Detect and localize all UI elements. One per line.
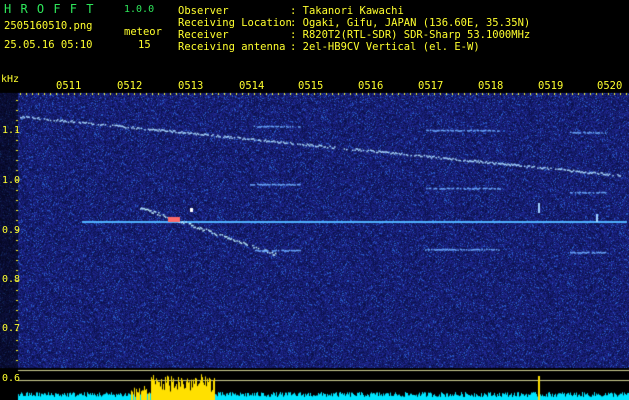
hrofft-window: H R O F F T 1.0.0 2505160510.png meteor … — [0, 0, 629, 400]
capture-datetime: 25.05.16 05:10 — [4, 39, 93, 51]
receiver-label: Receiver — [178, 29, 229, 41]
image-filename: 2505160510.png — [4, 20, 93, 32]
freq-tick: 1.0 — [2, 175, 21, 186]
location-value: : Ogaki, Gifu, JAPAN (136.60E, 35.35N) — [290, 17, 531, 29]
time-tick: 0520 — [597, 80, 623, 92]
observer-value: : Takanori Kawachi — [290, 5, 404, 17]
freq-tick: 0.6 — [2, 373, 21, 384]
time-tick: 0513 — [178, 80, 204, 92]
freq-tick: 0.8 — [2, 274, 21, 285]
observer-label: Observer — [178, 5, 229, 17]
freq-unit-label: kHz — [1, 74, 20, 85]
spectrogram-canvas — [0, 0, 629, 400]
time-tick: 0517 — [418, 80, 444, 92]
time-tick: 0512 — [117, 80, 143, 92]
time-tick: 0516 — [358, 80, 384, 92]
location-label: Receiving Location — [178, 17, 292, 29]
time-tick: 0511 — [56, 80, 82, 92]
app-version: 1.0.0 — [124, 4, 155, 15]
time-tick: 0514 — [239, 80, 265, 92]
receiver-value: : R820T2(RTL-SDR) SDR-Sharp 53.1000MHz — [290, 29, 531, 41]
antenna-label: Receiving antenna — [178, 41, 286, 53]
antenna-value: : 2el-HB9CV Vertical (el. E-W) — [290, 41, 480, 53]
time-tick: 0519 — [538, 80, 564, 92]
time-tick: 0518 — [478, 80, 504, 92]
time-tick: 0515 — [298, 80, 324, 92]
meteor-label: meteor — [124, 26, 162, 38]
meteor-count: 15 — [138, 39, 151, 51]
freq-tick: 0.7 — [2, 323, 21, 334]
app-logo: H R O F F T — [4, 2, 95, 16]
freq-tick: 1.1 — [2, 125, 21, 136]
freq-tick: 0.9 — [2, 225, 21, 236]
